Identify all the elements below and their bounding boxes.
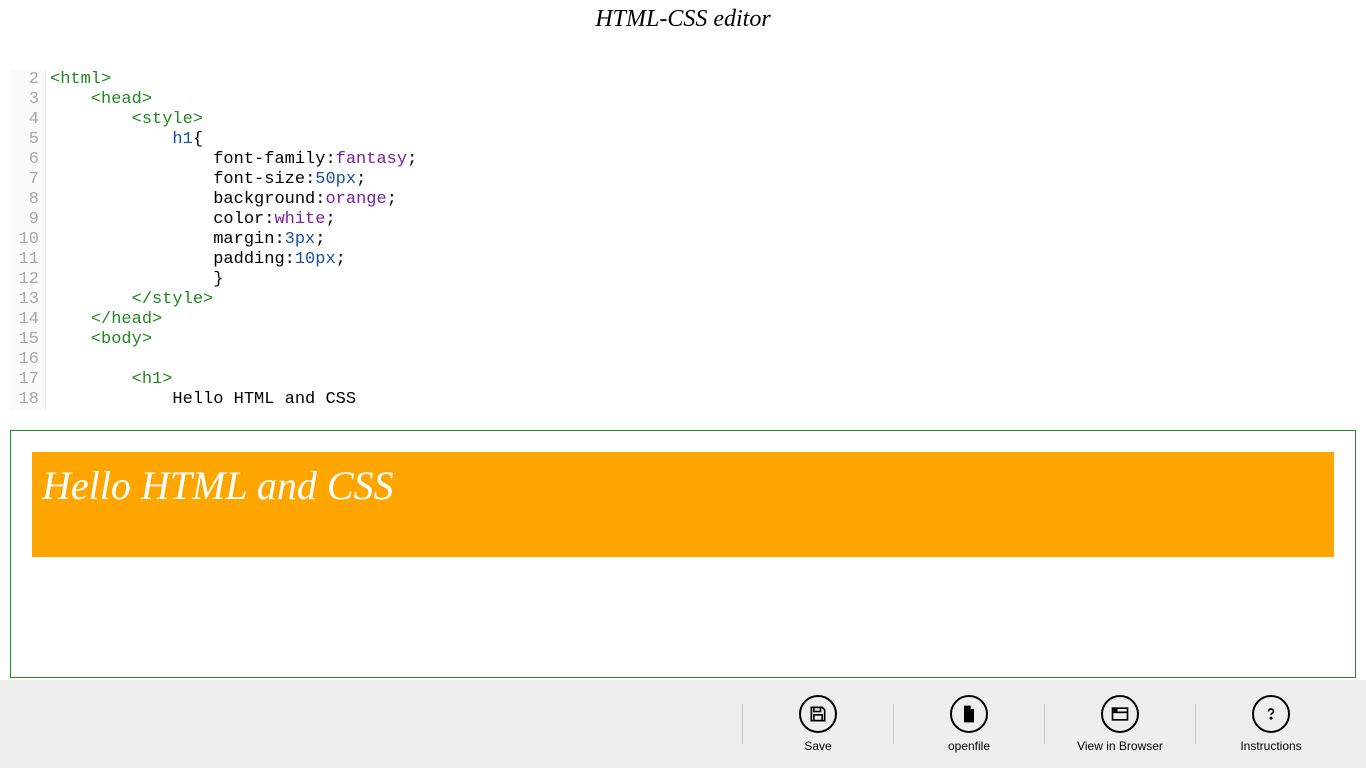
code-editor[interactable]: 23456789101112131415161718 <html> <head>…	[10, 70, 1356, 420]
save-button[interactable]: Save	[743, 689, 893, 759]
view-in-browser-label: View in Browser	[1077, 739, 1163, 753]
openfile-label: openfile	[948, 739, 990, 753]
view-in-browser-button[interactable]: View in Browser	[1045, 689, 1195, 759]
code-content[interactable]: <html> <head> <style> h1{ font-family:fa…	[46, 70, 417, 410]
page-title: HTML-CSS editor	[0, 0, 1366, 41]
preview-heading: Hello HTML and CSS	[32, 452, 1334, 557]
help-icon	[1252, 695, 1290, 733]
save-label: Save	[804, 739, 831, 753]
preview-pane: Hello HTML and CSS	[10, 430, 1356, 678]
openfile-button[interactable]: openfile	[894, 689, 1044, 759]
save-icon	[799, 695, 837, 733]
file-icon	[950, 695, 988, 733]
instructions-label: Instructions	[1240, 739, 1301, 753]
instructions-button[interactable]: Instructions	[1196, 689, 1346, 759]
browser-icon	[1101, 695, 1139, 733]
line-number-gutter: 23456789101112131415161718	[10, 70, 46, 410]
app-bar: Save openfile View in Browser Instructio…	[0, 680, 1366, 768]
